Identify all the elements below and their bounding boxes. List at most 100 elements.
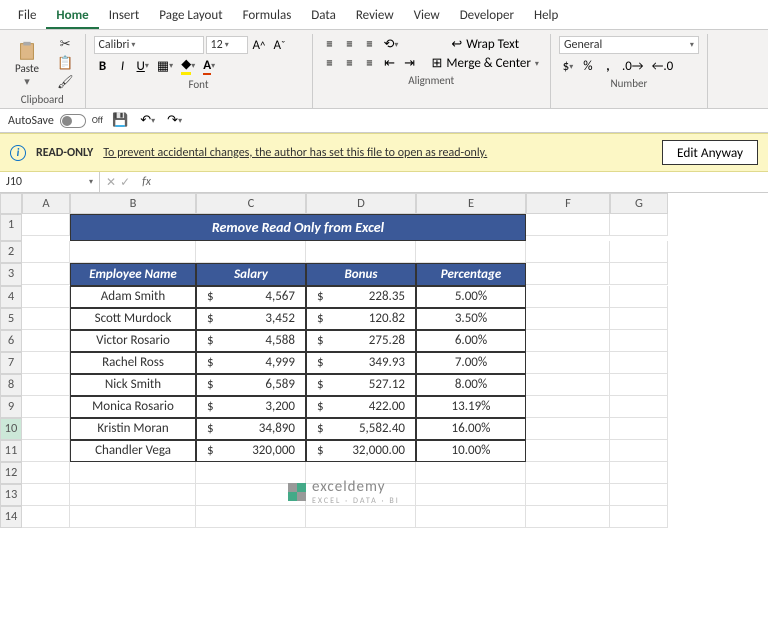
- menu-insert[interactable]: Insert: [99, 4, 150, 29]
- sheet-title: Remove Read Only from Excel: [70, 214, 526, 241]
- menu-view[interactable]: View: [404, 4, 450, 29]
- row-header-8[interactable]: 8: [0, 374, 22, 396]
- cell-pct: 13.19%: [416, 396, 526, 418]
- row-header-13[interactable]: 13: [0, 484, 22, 506]
- cell-bonus: $5,582.40: [306, 418, 416, 440]
- menu-bar: FileHomeInsertPage LayoutFormulasDataRev…: [0, 0, 768, 30]
- row-header-9[interactable]: 9: [0, 396, 22, 418]
- menu-page-layout[interactable]: Page Layout: [149, 4, 232, 29]
- col-header-C[interactable]: C: [196, 193, 306, 214]
- col-header-D[interactable]: D: [306, 193, 416, 214]
- menu-developer[interactable]: Developer: [450, 4, 524, 29]
- row-header-10[interactable]: 10: [0, 418, 22, 440]
- fx-icon[interactable]: fx: [136, 175, 157, 189]
- col-header-G[interactable]: G: [610, 193, 668, 214]
- row-header-5[interactable]: 5: [0, 308, 22, 330]
- border-button[interactable]: ▦ ▾: [154, 58, 176, 75]
- font-size-select[interactable]: 12▾: [206, 36, 248, 54]
- row-header-1[interactable]: 1: [0, 214, 22, 241]
- font-color-button[interactable]: A ▾: [200, 57, 218, 76]
- decrease-font-button[interactable]: Aˇ: [270, 37, 288, 54]
- align-left-button[interactable]: ≡: [321, 55, 339, 72]
- col-header-A[interactable]: A: [22, 193, 70, 214]
- format-painter-button[interactable]: 🖌: [54, 74, 77, 91]
- align-top-button[interactable]: ≡: [321, 36, 339, 53]
- row-header-11[interactable]: 11: [0, 440, 22, 462]
- menu-help[interactable]: Help: [524, 4, 568, 29]
- underline-button[interactable]: U ▾: [134, 58, 152, 75]
- menu-file[interactable]: File: [8, 4, 46, 29]
- formula-bar: J10▾ ✕ ✓ fx: [0, 172, 768, 193]
- fill-color-button[interactable]: ◆ ▾: [178, 56, 198, 76]
- alignment-group-label: Alignment: [321, 72, 542, 89]
- ribbon: Paste ▾ ✂ 📋 🖌 Clipboard Calibri▾ 12▾ A^ …: [0, 30, 768, 109]
- wrap-text-button[interactable]: ↩ Wrap Text: [429, 36, 542, 53]
- bold-button[interactable]: B: [94, 58, 112, 75]
- cell-name: Monica Rosario: [70, 396, 196, 418]
- readonly-message-link[interactable]: To prevent accidental changes, the autho…: [103, 146, 487, 160]
- save-button[interactable]: 💾: [109, 112, 131, 129]
- menu-formulas[interactable]: Formulas: [233, 4, 302, 29]
- row-header-7[interactable]: 7: [0, 352, 22, 374]
- row-header-4[interactable]: 4: [0, 286, 22, 308]
- undo-button[interactable]: ↶ ▾: [137, 112, 158, 129]
- table-header: Percentage: [416, 263, 526, 286]
- autosave-label: AutoSave: [8, 114, 54, 128]
- align-bottom-button[interactable]: ≡: [361, 36, 379, 53]
- align-center-button[interactable]: ≡: [341, 55, 359, 72]
- decrease-decimal-button[interactable]: ←.0: [649, 58, 677, 75]
- cell-bonus: $422.00: [306, 396, 416, 418]
- increase-decimal-button[interactable]: .0→: [619, 58, 647, 75]
- row-header-6[interactable]: 6: [0, 330, 22, 352]
- menu-home[interactable]: Home: [46, 4, 98, 29]
- increase-indent-button[interactable]: ⇥: [401, 55, 419, 72]
- comma-button[interactable]: ,: [599, 58, 617, 75]
- select-all-corner[interactable]: [0, 193, 22, 214]
- cell-salary: $4,588: [196, 330, 306, 352]
- font-name-select[interactable]: Calibri▾: [94, 36, 204, 54]
- edit-anyway-button[interactable]: Edit Anyway: [662, 140, 758, 165]
- cell-name: Nick Smith: [70, 374, 196, 396]
- menu-data[interactable]: Data: [301, 4, 346, 29]
- row-header-2[interactable]: 2: [0, 241, 22, 263]
- cut-button[interactable]: ✂: [54, 36, 77, 53]
- copy-button[interactable]: 📋: [54, 55, 77, 72]
- formula-input[interactable]: [157, 179, 768, 185]
- cell-name: Kristin Moran: [70, 418, 196, 440]
- group-font: Calibri▾ 12▾ A^ Aˇ B I U ▾ ▦ ▾ ◆ ▾ A ▾ F…: [86, 34, 313, 108]
- number-format-select[interactable]: General▾: [559, 36, 699, 54]
- cell-bonus: $275.28: [306, 330, 416, 352]
- readonly-message-bar: i READ-ONLY To prevent accidental change…: [0, 133, 768, 172]
- italic-button[interactable]: I: [114, 58, 132, 75]
- merge-center-button[interactable]: ⊞ Merge & Center ▾: [429, 55, 542, 72]
- orientation-button[interactable]: ⟲ ▾: [381, 36, 402, 53]
- accept-formula-icon: ✓: [120, 175, 130, 190]
- menu-review[interactable]: Review: [346, 4, 404, 29]
- autosave-toggle[interactable]: [60, 114, 86, 128]
- col-header-F[interactable]: F: [526, 193, 610, 214]
- align-middle-button[interactable]: ≡: [341, 36, 359, 53]
- table-header: Bonus: [306, 263, 416, 286]
- col-header-B[interactable]: B: [70, 193, 196, 214]
- cell-salary: $320,000: [196, 440, 306, 462]
- row-header-3[interactable]: 3: [0, 263, 22, 286]
- currency-button[interactable]: $ ▾: [559, 58, 577, 75]
- cell-pct: 6.00%: [416, 330, 526, 352]
- redo-button[interactable]: ↷ ▾: [164, 112, 185, 129]
- cell-name: Chandler Vega: [70, 440, 196, 462]
- paste-button[interactable]: Paste ▾: [8, 38, 46, 90]
- cell-bonus: $32,000.00: [306, 440, 416, 462]
- row-header-12[interactable]: 12: [0, 462, 22, 484]
- name-box[interactable]: J10▾: [0, 172, 100, 192]
- row-header-14[interactable]: 14: [0, 506, 22, 528]
- cell-name: Adam Smith: [70, 286, 196, 308]
- table-header: Employee Name: [70, 263, 196, 286]
- align-right-button[interactable]: ≡: [361, 55, 379, 72]
- percent-button[interactable]: %: [579, 58, 597, 75]
- col-header-E[interactable]: E: [416, 193, 526, 214]
- cell-bonus: $228.35: [306, 286, 416, 308]
- cell-pct: 3.50%: [416, 308, 526, 330]
- decrease-indent-button[interactable]: ⇤: [381, 55, 399, 72]
- cell-name: Scott Murdock: [70, 308, 196, 330]
- increase-font-button[interactable]: A^: [250, 37, 269, 54]
